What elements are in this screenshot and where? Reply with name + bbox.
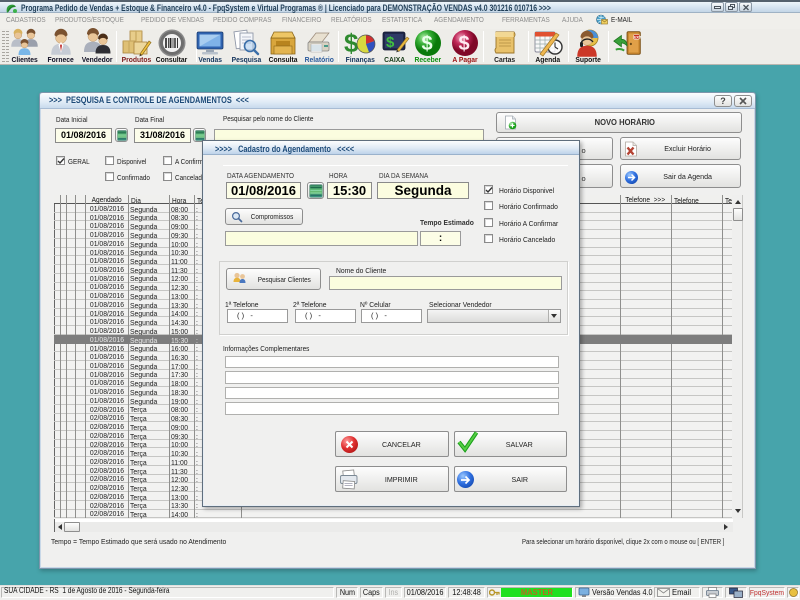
svg-text:$: $ xyxy=(422,33,433,55)
svg-text:EXIT: EXIT xyxy=(634,35,642,39)
svg-text:$: $ xyxy=(386,34,395,51)
svg-text:$: $ xyxy=(459,33,470,55)
